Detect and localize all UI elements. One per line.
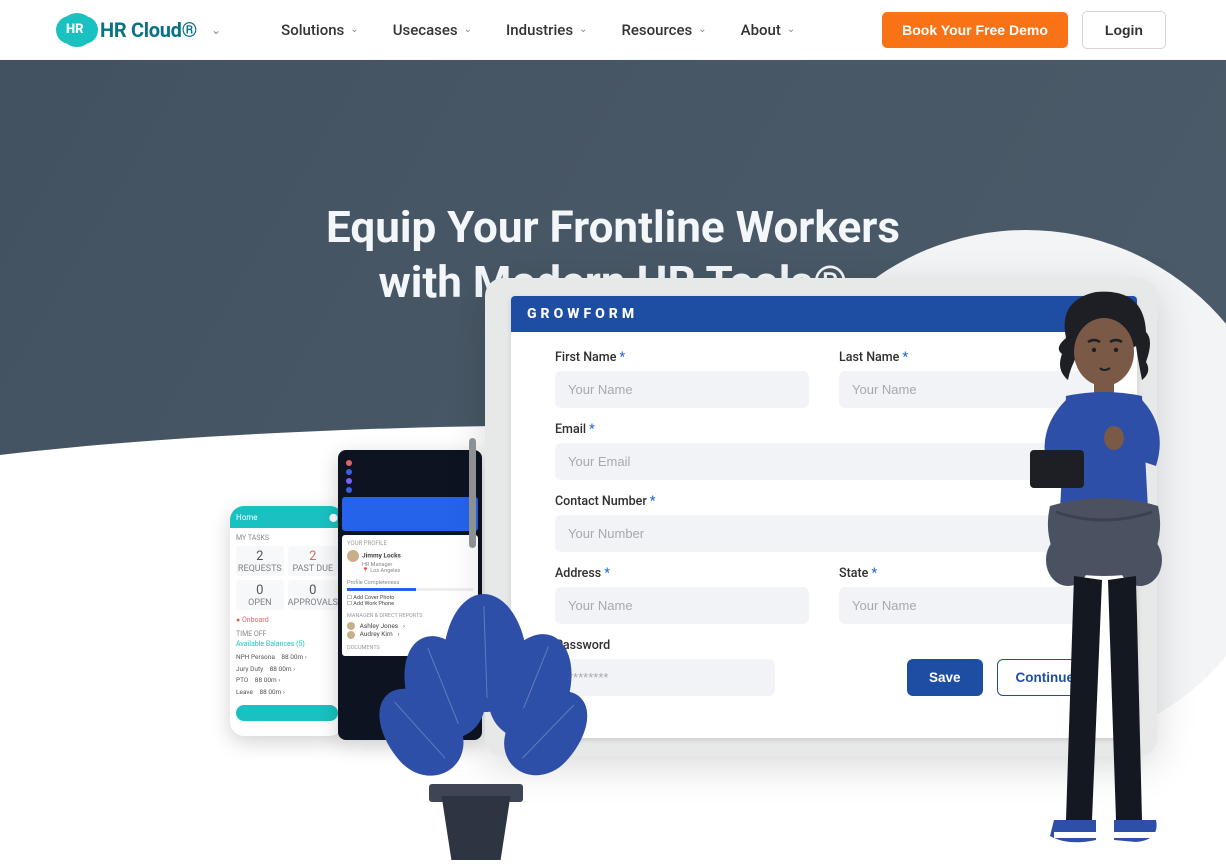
logo-badge-icon: HR [60, 13, 94, 47]
chevron-down-icon: ⌄ [464, 24, 472, 35]
header-actions: Book Your Free Demo Login [882, 11, 1166, 49]
login-button[interactable]: Login [1082, 11, 1166, 49]
logo-text: HR Cloud® [100, 18, 197, 42]
save-button[interactable]: Save [907, 659, 983, 696]
plant-illustration [385, 560, 585, 860]
book-demo-button[interactable]: Book Your Free Demo [882, 12, 1068, 48]
logo[interactable]: HR HR Cloud® ⌄ [60, 13, 221, 47]
nav-about[interactable]: About⌄ [741, 21, 796, 39]
first-name-input[interactable] [555, 371, 809, 408]
chevron-down-icon: ⌄ [698, 24, 706, 35]
person-illustration [996, 280, 1196, 860]
nav-usecases[interactable]: Usecases⌄ [393, 21, 472, 39]
address-input[interactable] [555, 587, 809, 624]
site-header: HR HR Cloud® ⌄ Solutions⌄ Usecases⌄ Indu… [0, 0, 1226, 60]
first-name-label: First Name * [555, 350, 809, 365]
password-input[interactable] [555, 659, 775, 696]
main-nav: Solutions⌄ Usecases⌄ Industries⌄ Resourc… [281, 21, 795, 39]
chevron-down-icon[interactable]: ⌄ [211, 23, 221, 37]
chevron-down-icon: ⌄ [787, 24, 795, 35]
chevron-down-icon: ⌄ [579, 24, 587, 35]
chevron-down-icon: ⌄ [350, 24, 358, 35]
scrollbar[interactable] [469, 438, 476, 548]
nav-industries[interactable]: Industries⌄ [506, 21, 587, 39]
phone-mockup: Home⬤ MY TASKS 2REQUESTS 2PAST DUE 0OPEN… [230, 506, 344, 736]
address-label: Address * [555, 566, 809, 581]
nav-resources[interactable]: Resources⌄ [621, 21, 706, 39]
nav-solutions[interactable]: Solutions⌄ [281, 21, 359, 39]
password-label: Password [555, 638, 775, 653]
